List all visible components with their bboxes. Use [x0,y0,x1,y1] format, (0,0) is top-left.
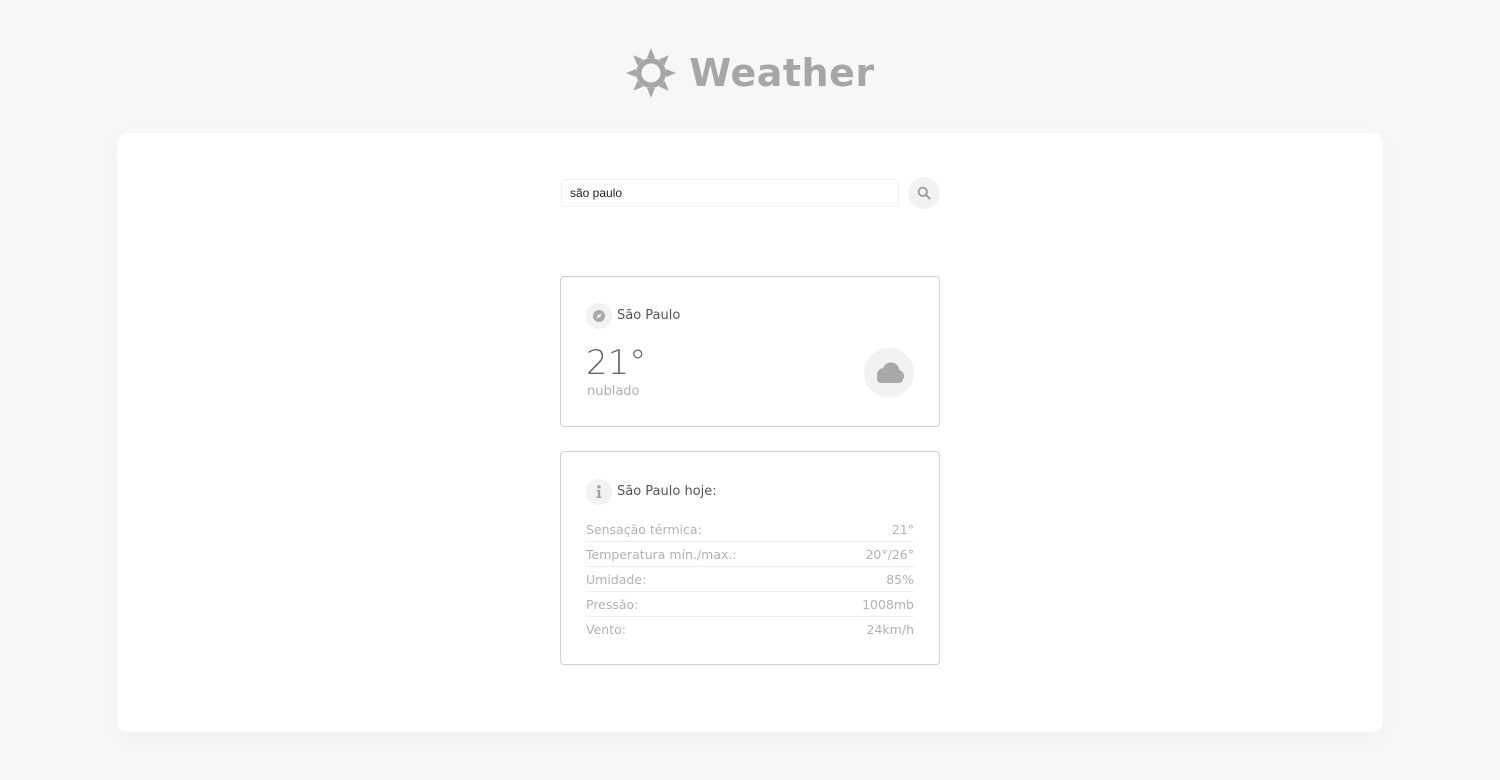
info-icon [586,479,612,505]
detail-value: 24km/h [866,621,914,637]
detail-label: Sensação térmica: [586,521,702,537]
current-temperature: 21° [586,343,647,383]
detail-label: Temperatura mín./max.: [586,546,737,562]
app-title: Weather [689,51,875,95]
detail-row-min-max: Temperatura mín./max.: 20°/26° [586,542,914,567]
detail-row-feels-like: Sensação térmica: 21° [586,517,914,542]
sun-icon [625,47,677,99]
detail-value: 20°/26° [865,546,914,562]
detail-value: 1008mb [862,596,914,612]
detail-label: Vento: [586,621,626,637]
detail-row-wind: Vento: 24km/h [586,617,914,641]
city-name: São Paulo [617,308,681,323]
detail-label: Pressão: [586,596,639,612]
detail-row-humidity: Umidade: 85% [586,567,914,592]
current-weather-card: São Paulo 21° nublado [560,276,940,427]
weather-description: nublado [587,384,640,399]
detail-row-pressure: Pressão: 1008mb [586,592,914,617]
detail-value: 21° [891,521,914,537]
detail-label: Umidade: [586,571,647,587]
details-card: São Paulo hoje: Sensação térmica: 21° Te… [560,451,940,665]
details-list: Sensação térmica: 21° Temperatura mín./m… [586,517,914,641]
search-input[interactable] [561,179,899,207]
search-icon [917,186,931,200]
cloud-icon [864,348,914,398]
details-title: São Paulo hoje: [617,484,717,499]
compass-icon [586,303,612,329]
detail-value: 85% [886,571,914,587]
search-button[interactable] [908,177,940,209]
app-header: Weather [0,44,1500,102]
